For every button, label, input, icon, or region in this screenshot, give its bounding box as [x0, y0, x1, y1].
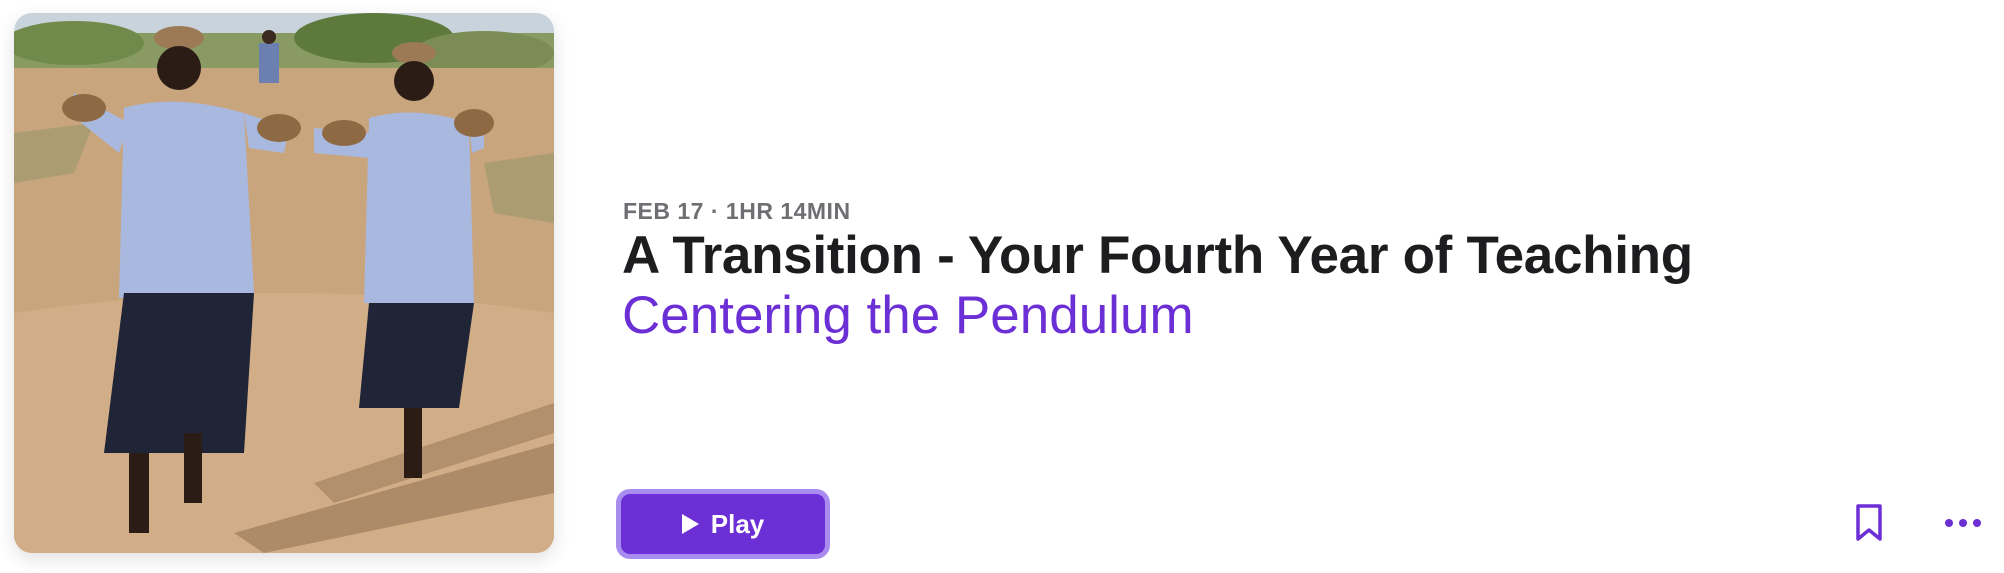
play-button-label: Play: [710, 508, 765, 539]
more-button[interactable]: [1943, 511, 1983, 535]
artwork-image: [14, 13, 554, 553]
episode-header: FEB 17 · 1HR 14MIN A Transition - Your F…: [0, 0, 2004, 573]
episode-title: A Transition - Your Fourth Year of Teach…: [622, 226, 1693, 285]
bookmark-button[interactable]: [1853, 503, 1885, 543]
episode-meta: FEB 17 · 1HR 14MIN: [623, 198, 851, 224]
show-name-link[interactable]: Centering the Pendulum: [622, 285, 1194, 346]
episode-artwork: [14, 13, 554, 553]
bookmark-icon: [1856, 504, 1882, 541]
play-icon: [681, 514, 699, 534]
play-button[interactable]: Play: [616, 489, 830, 559]
ellipsis-icon: [1945, 519, 1981, 527]
